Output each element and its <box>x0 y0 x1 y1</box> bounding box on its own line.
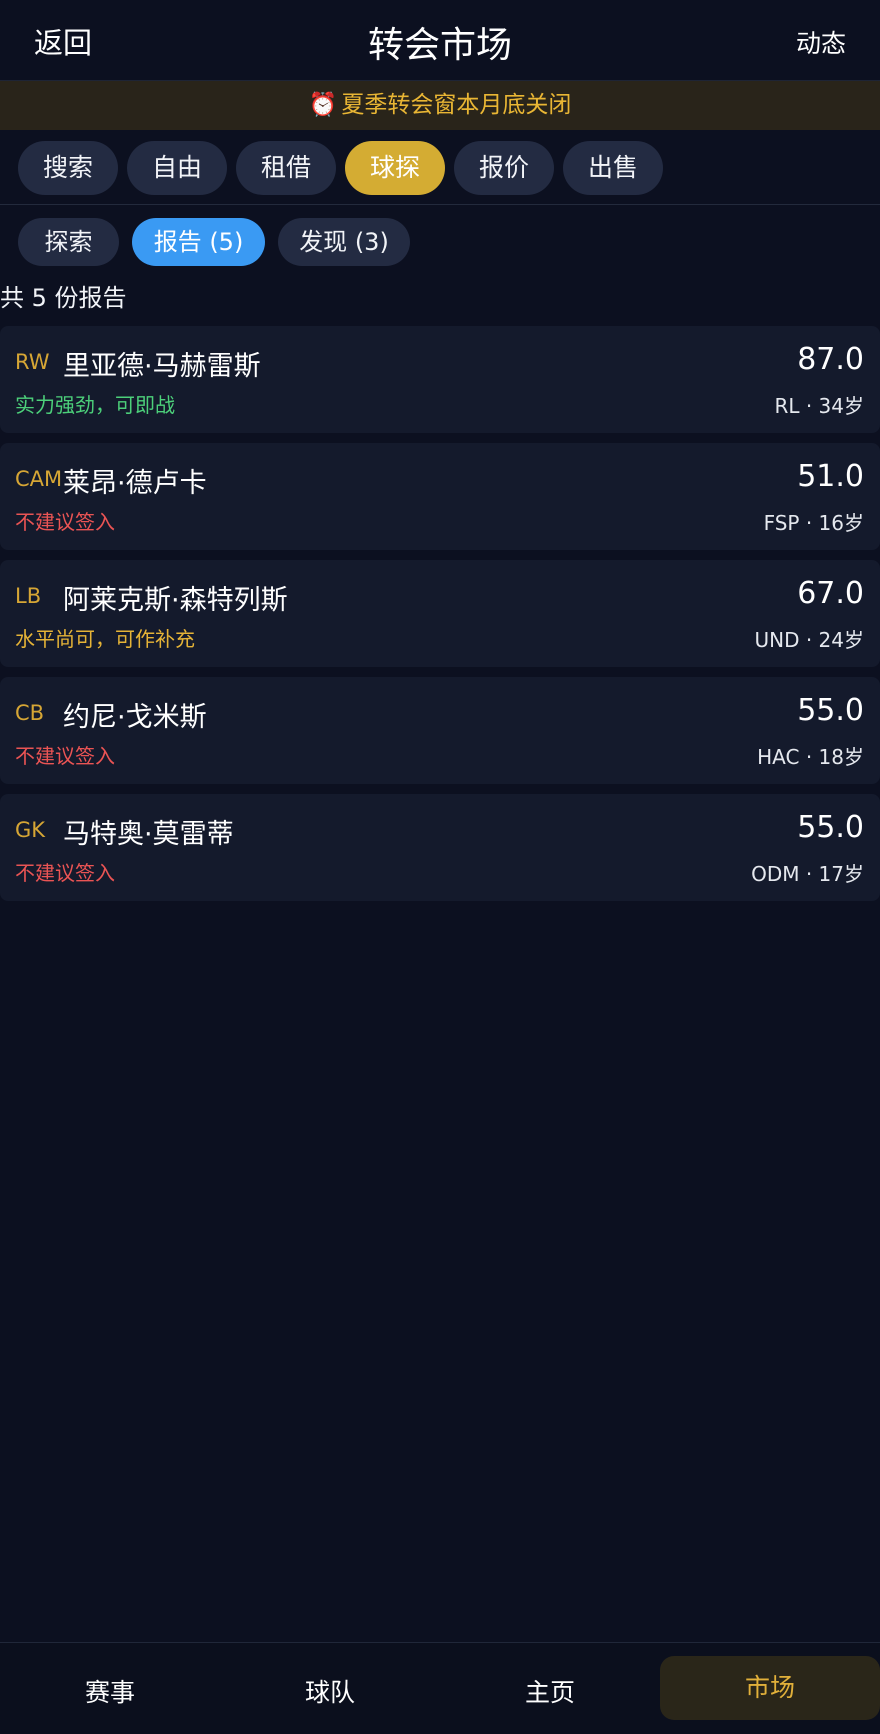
alarm-clock-icon: ⏰ <box>308 92 338 118</box>
page-title: 转会市场 <box>367 25 512 66</box>
player-position: GK <box>15 818 46 842</box>
tab-search[interactable]: 搜索 <box>18 141 118 195</box>
nav-home[interactable]: 主页 <box>490 1673 610 1709</box>
main-tabs: 搜索 自由 租借 球探 报价 出售 <box>18 141 663 195</box>
nav-team[interactable]: 球队 <box>270 1673 390 1709</box>
nav-market[interactable]: 市场 <box>660 1656 880 1720</box>
player-name: 约尼·戈米斯 <box>63 702 207 733</box>
report-row[interactable]: LB 阿莱克斯·森特列斯 水平尚可，可作补充 67.0 UND · 24岁 <box>0 560 880 667</box>
tab-free-agents[interactable]: 自由 <box>127 141 227 195</box>
report-row[interactable]: CAM 莱昂·德卢卡 不建议签入 51.0 FSP · 16岁 <box>0 443 880 550</box>
player-rating: 67.0 <box>797 576 864 611</box>
player-name: 莱昂·德卢卡 <box>63 468 207 499</box>
tab-offers[interactable]: 报价 <box>454 141 554 195</box>
tab-sell[interactable]: 出售 <box>563 141 663 195</box>
player-name: 马特奥·莫雷蒂 <box>63 819 234 850</box>
tabs-divider <box>0 204 880 205</box>
banner-text: 夏季转会窗本月底关闭 <box>341 92 572 118</box>
player-position: CB <box>15 701 45 725</box>
subtab-explore[interactable]: 探索 <box>18 218 119 266</box>
report-row[interactable]: RW 里亚德·马赫雷斯 实力强劲，可即战 87.0 RL · 34岁 <box>0 326 880 433</box>
subtab-discoveries[interactable]: 发现 (3) <box>278 218 410 266</box>
scouting-sub-tabs: 探索 报告 (5) 发现 (3) <box>18 218 410 266</box>
report-count: 共 5 份报告 <box>0 284 127 312</box>
scout-verdict: 实力强劲，可即战 <box>15 393 175 417</box>
player-name: 里亚德·马赫雷斯 <box>63 351 261 382</box>
scout-verdict: 不建议签入 <box>15 744 115 768</box>
feed-button[interactable]: 动态 <box>796 24 846 60</box>
nav-matches[interactable]: 赛事 <box>50 1673 170 1709</box>
subtab-reports[interactable]: 报告 (5) <box>132 218 265 266</box>
tab-loans[interactable]: 租借 <box>236 141 336 195</box>
player-club-age: FSP · 16岁 <box>763 511 864 535</box>
player-club-age: HAC · 18岁 <box>757 745 864 769</box>
player-rating: 87.0 <box>797 342 864 377</box>
scout-verdict: 水平尚可，可作补充 <box>15 627 195 651</box>
header: 返回 转会市场 动态 <box>0 0 880 81</box>
player-rating: 55.0 <box>797 693 864 728</box>
scout-verdict: 不建议签入 <box>15 510 115 534</box>
player-position: CAM <box>15 467 63 491</box>
player-name: 阿莱克斯·森特列斯 <box>63 585 288 616</box>
transfer-market-page: 返回 转会市场 动态 ⏰ 夏季转会窗本月底关闭 搜索 自由 租借 球探 报价 出售… <box>0 0 880 1734</box>
player-position: LB <box>15 584 42 608</box>
player-club-age: ODM · 17岁 <box>751 862 864 886</box>
report-list: RW 里亚德·马赫雷斯 实力强劲，可即战 87.0 RL · 34岁 CAM 莱… <box>0 326 880 911</box>
scout-verdict: 不建议签入 <box>15 861 115 885</box>
player-rating: 55.0 <box>797 810 864 845</box>
report-row[interactable]: CB 约尼·戈米斯 不建议签入 55.0 HAC · 18岁 <box>0 677 880 784</box>
player-club-age: RL · 34岁 <box>774 394 864 418</box>
player-club-age: UND · 24岁 <box>754 628 864 652</box>
report-row[interactable]: GK 马特奥·莫雷蒂 不建议签入 55.0 ODM · 17岁 <box>0 794 880 901</box>
transfer-window-banner: ⏰ 夏季转会窗本月底关闭 <box>0 81 880 130</box>
tab-scouting[interactable]: 球探 <box>345 141 445 195</box>
bottom-nav: 赛事 球队 主页 市场 <box>0 1642 880 1734</box>
player-rating: 51.0 <box>797 459 864 494</box>
player-position: RW <box>15 350 50 374</box>
